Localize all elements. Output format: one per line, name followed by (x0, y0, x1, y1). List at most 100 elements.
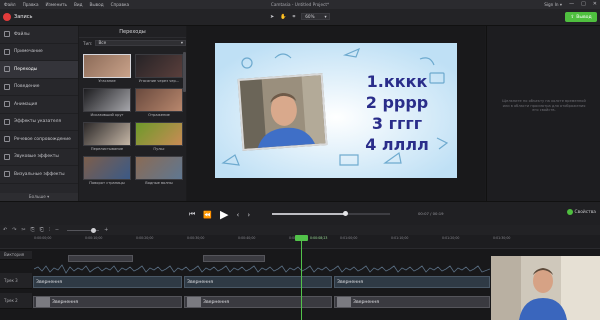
scrub-handle[interactable] (342, 211, 348, 216)
record-label: Запись (14, 14, 33, 20)
properties-button[interactable]: Свойства (566, 209, 596, 215)
zoom-slider-handle[interactable] (91, 227, 97, 233)
video-clip[interactable]: Звернення (184, 296, 332, 308)
panel-scrollbar[interactable] (183, 52, 186, 92)
record-icon (3, 13, 11, 21)
zoom-out-icon[interactable]: − (55, 227, 59, 233)
track-header[interactable]: Трек 2 (0, 293, 32, 309)
audio-clip[interactable]: Звернення (334, 276, 490, 288)
app-title: Camtasia - Untitled Project* (270, 2, 330, 7)
transition-tile[interactable]: Исказивший круг (83, 88, 131, 119)
undo-icon[interactable]: ↶ (3, 227, 7, 233)
presenter-image (491, 256, 600, 320)
audio-clip[interactable]: Звернення (33, 276, 182, 288)
transition-label: Угасание (98, 79, 116, 83)
canvas-tools: ➤ ✋ ⌗ 60% ▾ (270, 13, 330, 20)
minimize-button[interactable]: — (569, 1, 574, 7)
timeline-clip[interactable] (203, 255, 265, 262)
transition-tile[interactable]: Водные волны (135, 156, 183, 187)
timeline-clip[interactable] (68, 255, 133, 262)
folder-icon (4, 31, 10, 38)
maximize-button[interactable]: □ (581, 1, 586, 7)
webcam-overlay (491, 256, 600, 320)
left-nav: Файлы Примечание Переходы Поведение Аним… (0, 26, 78, 201)
clip-label: Звернення (337, 279, 363, 285)
transition-tile[interactable]: Поворот страницы (83, 156, 131, 187)
play-icon[interactable]: ▶ (220, 208, 228, 221)
record-button[interactable]: Запись (3, 13, 32, 21)
video-clip[interactable]: Звернення (334, 296, 490, 308)
sign-in-link[interactable]: Sign In ▾ (544, 2, 562, 7)
zoom-select[interactable]: 60% ▾ (301, 13, 330, 20)
prev-marker-icon[interactable]: ‹ (237, 211, 240, 219)
video-clip[interactable]: Звернення (33, 296, 182, 308)
playhead-handle[interactable] (295, 235, 308, 241)
pan-tool-icon[interactable]: ✋ (280, 14, 286, 20)
track-header[interactable]: Трек 3 (0, 273, 32, 289)
nav-label: Визуальные эффекты (14, 171, 65, 177)
transition-thumbnail (83, 122, 131, 146)
playback-bar: ⏮ ⏪ ▶ ‹ › 00:07 / 00:19 Свойства (0, 201, 600, 225)
nav-label: Речевое сопровождение (14, 136, 71, 142)
scrub-bar[interactable] (272, 211, 390, 216)
nav-item-visual-effects[interactable]: Визуальные эффекты (0, 166, 78, 184)
step-back-icon[interactable]: ⏮ (189, 210, 195, 219)
rewind-icon[interactable]: ⏪ (203, 211, 212, 219)
nav-label: Анимация (14, 101, 38, 107)
transition-label: Отражение (148, 113, 170, 117)
close-button[interactable]: ✕ (593, 1, 597, 7)
transition-tile[interactable]: Пульс (135, 122, 183, 153)
audio-waveform (34, 264, 490, 274)
transition-label: Поворот страницы (89, 181, 125, 185)
webcam-image[interactable] (237, 73, 328, 151)
nav-label: Звуковые эффекты (14, 154, 59, 160)
export-button[interactable]: ⇪ Вывод (565, 12, 597, 22)
transition-thumbnail (135, 88, 183, 112)
scrub-progress (272, 213, 346, 215)
playhead[interactable] (301, 235, 302, 320)
transitions-icon (4, 66, 10, 73)
paste-icon[interactable]: ⎗ (40, 227, 44, 233)
nav-item-files[interactable]: Файлы (0, 26, 78, 44)
nav-item-animations[interactable]: Анимация (0, 96, 78, 114)
redo-icon[interactable]: ↷ (12, 227, 16, 233)
transition-tile[interactable]: Отражение (135, 88, 183, 119)
nav-item-cursor-effects[interactable]: Эффекты указателя (0, 114, 78, 131)
ruler-tick-label: 0:00:30;00 (187, 236, 205, 240)
ruler-tick-label: 0:00:00;00 (34, 236, 52, 240)
transition-tile[interactable]: Перелистывание (83, 122, 131, 153)
clip-label: Звернення (353, 299, 379, 305)
next-marker-icon[interactable]: › (247, 211, 250, 219)
audio-clip[interactable]: Звернення (184, 276, 332, 288)
nav-item-voice-narration[interactable]: Речевое сопровождение (0, 131, 78, 149)
nav-item-annotations[interactable]: Примечание (0, 44, 78, 61)
transition-tile[interactable]: Угасание через чер... (135, 54, 183, 85)
filter-value: Все (98, 40, 107, 45)
zoom-in-icon[interactable]: + (104, 227, 108, 233)
clip-label: Звернення (187, 279, 213, 285)
ruler-tick-label: 0:01:30;00 (493, 236, 511, 240)
nav-item-audio-effects[interactable]: Звуковые эффекты (0, 149, 78, 166)
transition-grid: Угасание Угасание через чер... Исказивший … (83, 54, 183, 187)
panel-title: Переходы (79, 26, 186, 38)
filter-select[interactable]: Все ▾ (95, 40, 186, 46)
split-icon[interactable]: ⫶ (49, 227, 50, 233)
track-header[interactable]: Виктория (0, 251, 32, 260)
ruler-tick-label: 0:01:10;00 (391, 236, 409, 240)
transition-label: Перелистывание (90, 147, 124, 151)
nav-item-transitions[interactable]: Переходы (0, 61, 78, 79)
cut-icon[interactable]: ✂ (21, 227, 25, 233)
timeline-zoom-slider[interactable] (67, 227, 100, 233)
chevron-down-icon: ▾ (180, 40, 183, 45)
copy-icon[interactable]: ⎘ (31, 227, 35, 233)
crop-tool-icon[interactable]: ⌗ (292, 14, 295, 20)
pointer-tool-icon[interactable]: ➤ (270, 14, 274, 20)
track-name: Трек 2 (4, 298, 18, 303)
visual-effects-icon (4, 171, 10, 178)
nav-item-behaviors[interactable]: Поведение (0, 79, 78, 96)
export-label: Вывод (576, 14, 592, 20)
canvas[interactable]: 1.кккк 2 рррр 3 гггг 4 лллл (215, 43, 457, 178)
transition-tile[interactable]: Угасание (83, 54, 131, 85)
more-button[interactable]: Больше ▾ (0, 193, 78, 201)
slide-text: 1.кккк 2 рррр 3 гггг 4 лллл (347, 71, 447, 155)
